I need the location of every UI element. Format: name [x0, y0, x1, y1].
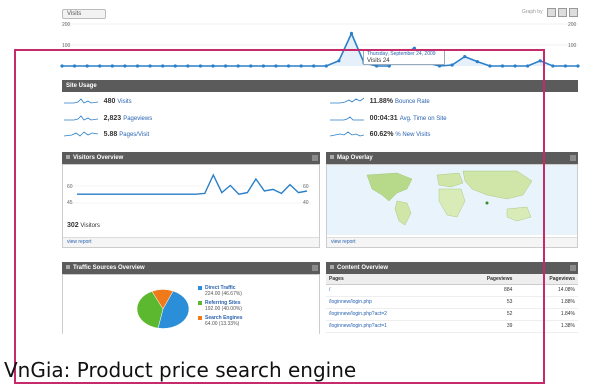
visits-data-point[interactable]	[349, 31, 354, 36]
top-axis-left-top: 200	[62, 22, 71, 28]
top-axis-right-top: 200	[568, 22, 577, 28]
visits-data-point[interactable]	[576, 64, 580, 68]
visits-data-point[interactable]	[551, 64, 555, 68]
visits-data-point[interactable]	[563, 64, 568, 68]
close-icon[interactable]	[570, 265, 576, 271]
slide-caption: VnGia: Product price search engine	[4, 358, 357, 382]
close-icon[interactable]	[570, 155, 576, 161]
highlight-frame	[14, 49, 545, 384]
top-axis-right-mid: 100	[568, 43, 577, 49]
